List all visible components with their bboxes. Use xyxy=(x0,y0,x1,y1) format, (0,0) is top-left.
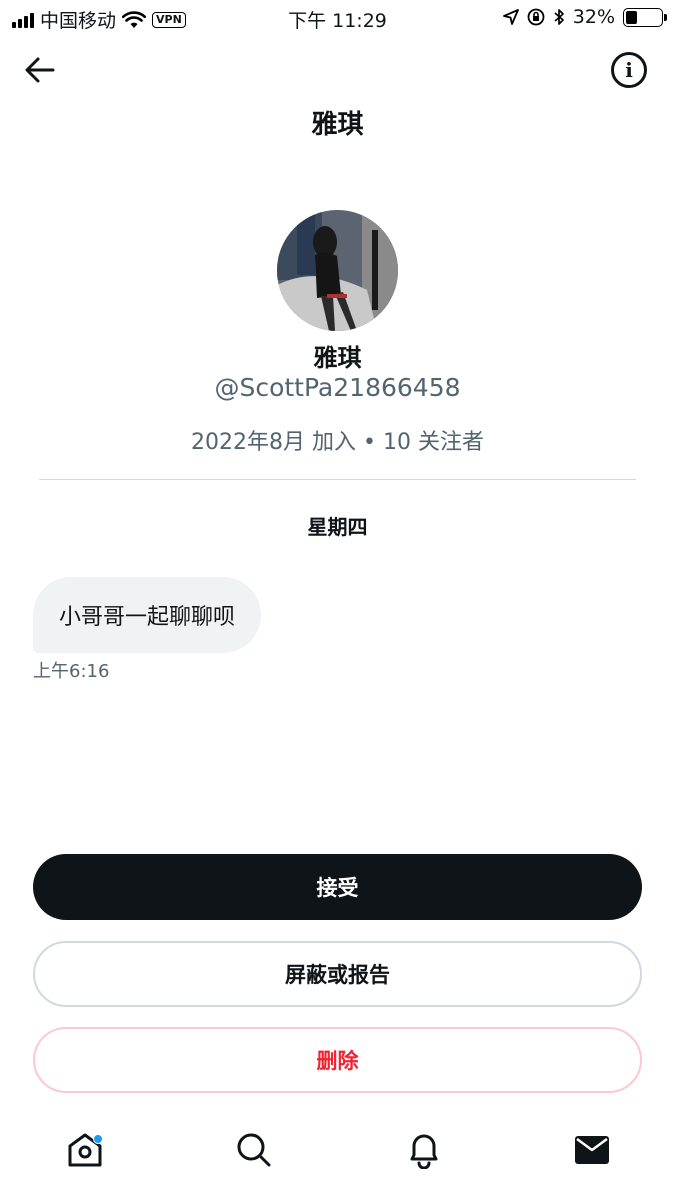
profile-meta: 2022年8月 加入 • 10 关注者 xyxy=(191,430,484,455)
tab-messages[interactable] xyxy=(570,1128,614,1172)
search-icon xyxy=(237,1133,271,1167)
bell-icon xyxy=(410,1134,438,1169)
message-bubble[interactable]: 小哥哥一起聊聊呗 xyxy=(33,577,262,653)
avatar[interactable] xyxy=(277,210,398,331)
mail-icon xyxy=(575,1136,609,1164)
location-arrow-icon xyxy=(502,9,519,25)
profile-handle[interactable]: @ScottPa21866458 xyxy=(0,373,675,402)
back-button[interactable] xyxy=(18,48,62,92)
delete-button[interactable]: 删除 xyxy=(33,1027,642,1093)
status-right: 32% xyxy=(502,6,667,28)
conversation-header: i 雅琪 xyxy=(0,34,675,146)
tab-notifications[interactable] xyxy=(402,1128,446,1172)
day-separator: 星期四 xyxy=(307,515,368,539)
info-icon: i xyxy=(625,58,633,82)
battery-percent: 32% xyxy=(572,6,615,28)
divider xyxy=(39,479,636,480)
accept-button[interactable]: 接受 xyxy=(33,854,642,920)
message-timestamp: 上午6:16 xyxy=(33,661,110,682)
battery-icon xyxy=(623,7,667,27)
bluetooth-icon xyxy=(554,9,564,25)
status-bar: 中国移动 VPN 下午 11:29 32% xyxy=(0,0,675,34)
info-button[interactable]: i xyxy=(611,52,647,88)
tab-search[interactable] xyxy=(232,1128,276,1172)
message-text: 小哥哥一起聊聊呗 xyxy=(59,605,236,630)
tab-home[interactable] xyxy=(63,1128,107,1172)
arrow-left-icon xyxy=(25,57,55,83)
bottom-tab-bar xyxy=(0,1128,675,1188)
page-title: 雅琪 xyxy=(311,110,364,140)
profile-name[interactable]: 雅琪 xyxy=(0,338,675,373)
block-or-report-button[interactable]: 屏蔽或报告 xyxy=(33,941,642,1007)
rotation-lock-icon xyxy=(527,8,545,26)
notification-dot xyxy=(93,1134,103,1144)
